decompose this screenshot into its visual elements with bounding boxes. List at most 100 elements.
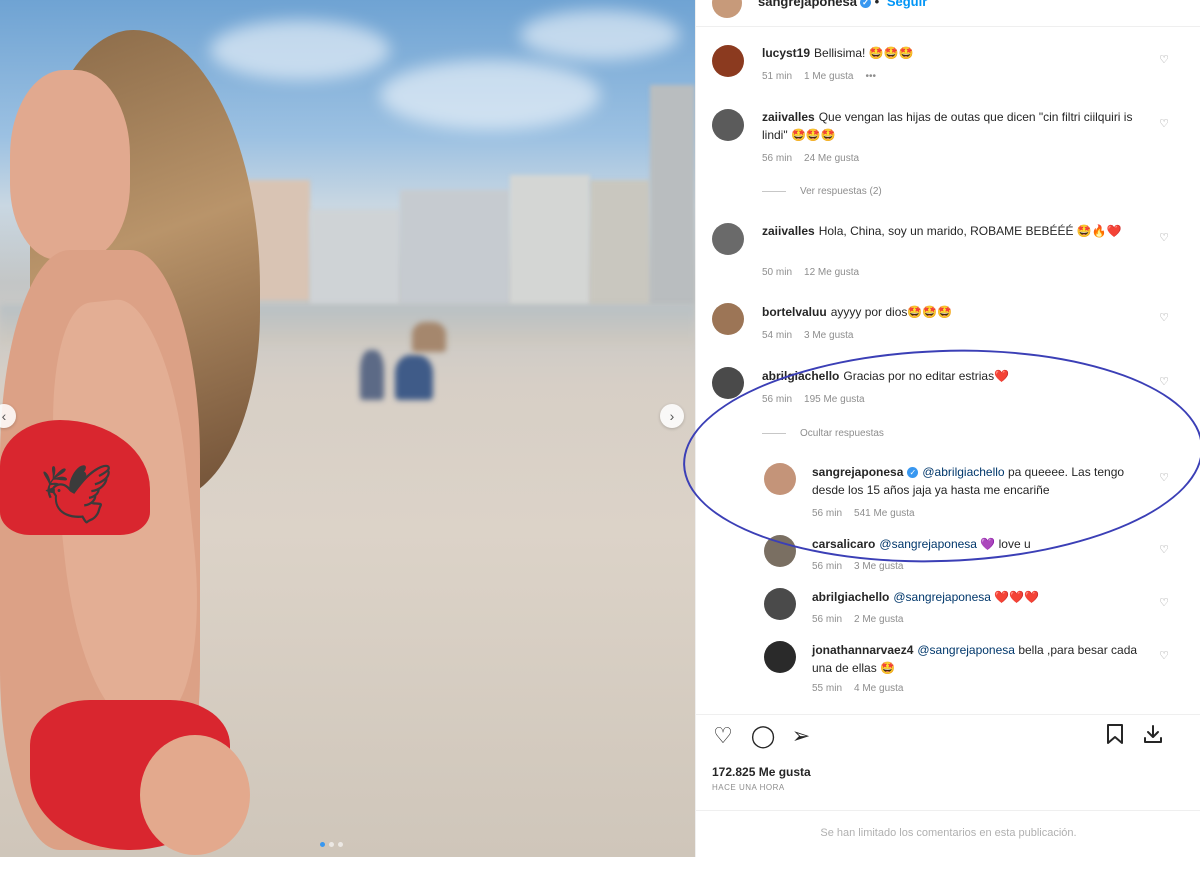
next-photo-button[interactable]: ›: [660, 404, 684, 428]
comments-limited-notice: Se han limitado los comentarios en esta …: [696, 810, 1200, 839]
hide-replies-button[interactable]: Ocultar respuestas: [762, 428, 884, 439]
reply-likes[interactable]: 3 Me gusta: [854, 561, 903, 572]
comment-text: lucyst19 Bellisima! 🤩🤩🤩: [762, 44, 1142, 62]
comment-meta: 54 min 3 Me gusta: [762, 330, 866, 341]
reply-meta: 55 min 4 Me gusta: [812, 683, 916, 694]
building: [650, 85, 695, 305]
comment-text: zaiivalles Que vengan las hijas de outas …: [762, 108, 1142, 144]
comment-time[interactable]: 56 min: [762, 153, 792, 164]
comment-likes[interactable]: 12 Me gusta: [804, 267, 859, 278]
reply-time[interactable]: 56 min: [812, 561, 842, 572]
heart-icon[interactable]: ♡: [1159, 53, 1169, 66]
heart-icon[interactable]: ♡: [1159, 471, 1169, 484]
comment-username[interactable]: lucyst19: [762, 46, 810, 60]
comment-text: zaiivalles Hola, China, soy un marido, RO…: [762, 222, 1142, 240]
heart-icon[interactable]: ♡: [1159, 311, 1169, 324]
mention-link[interactable]: @sangrejaponesa: [917, 643, 1015, 657]
comment-icon[interactable]: ◯: [750, 723, 776, 749]
reply-text: jonathannarvaez4 @sangrejaponesa bella ,p…: [812, 641, 1152, 677]
heart-icon[interactable]: ♡: [1159, 231, 1169, 244]
reply-likes[interactable]: 2 Me gusta: [854, 614, 903, 625]
reply-username[interactable]: abrilgiachello: [812, 590, 889, 604]
avatar[interactable]: [764, 463, 796, 495]
follow-button[interactable]: Seguir: [887, 0, 927, 9]
reply-meta: 56 min 541 Me gusta: [812, 508, 927, 519]
view-replies-label[interactable]: Ver respuestas (2): [800, 186, 882, 197]
heart-icon[interactable]: ♡: [1159, 649, 1169, 662]
avatar[interactable]: [712, 109, 744, 141]
paper-plane-icon[interactable]: ➢: [788, 723, 814, 749]
reply-text: carsalicaro @sangrejaponesa 💜 love u: [812, 535, 1152, 553]
comment-time[interactable]: 54 min: [762, 330, 792, 341]
view-replies-button[interactable]: Ver respuestas (2): [762, 186, 882, 197]
divider: [762, 432, 786, 434]
avatar[interactable]: [764, 641, 796, 673]
comment-text: bortelvaluu ayyyy por dios🤩🤩🤩: [762, 303, 1142, 321]
comment-likes[interactable]: 1 Me gusta: [804, 71, 853, 82]
comment-username[interactable]: bortelvaluu: [762, 305, 827, 319]
comment-time[interactable]: 56 min: [762, 394, 792, 405]
heart-icon[interactable]: ♡: [1159, 596, 1169, 609]
verified-badge-icon: ✓: [907, 467, 919, 479]
avatar[interactable]: [712, 0, 742, 18]
heart-icon[interactable]: ♡: [1159, 543, 1169, 556]
swallow-tattoo-icon: 🕊: [40, 462, 114, 527]
avatar[interactable]: [764, 588, 796, 620]
download-icon[interactable]: [1140, 723, 1166, 749]
hide-replies-label[interactable]: Ocultar respuestas: [800, 428, 884, 439]
comment-meta: 56 min 24 Me gusta: [762, 153, 871, 164]
avatar[interactable]: [712, 303, 744, 335]
comment-likes[interactable]: 24 Me gusta: [804, 153, 859, 164]
post-photo[interactable]: 🕊 ‹ ›: [0, 0, 695, 857]
heart-icon[interactable]: ♡: [1159, 375, 1169, 388]
reply-username[interactable]: jonathannarvaez4: [812, 643, 913, 657]
comment-more-icon[interactable]: •••: [866, 71, 877, 82]
comment-body: Que vengan las hijas de outas que dicen …: [762, 110, 1133, 142]
post-header: sangrejaponesa✓ • Seguir •••: [696, 0, 1200, 27]
reply-likes[interactable]: 4 Me gusta: [854, 683, 903, 694]
comment-meta: 56 min 195 Me gusta: [762, 394, 877, 405]
beach-person: [395, 355, 433, 400]
mention-link[interactable]: @sangrejaponesa: [893, 590, 991, 604]
reply-time[interactable]: 55 min: [812, 683, 842, 694]
mention-link[interactable]: @abrilgiachello: [922, 465, 1004, 479]
avatar[interactable]: [712, 45, 744, 77]
comment-username[interactable]: abrilgiachello: [762, 369, 839, 383]
reply-body: 💜 love u: [980, 537, 1031, 551]
comment-meta: 51 min 1 Me gusta •••: [762, 71, 888, 82]
avatar[interactable]: [712, 223, 744, 255]
heart-icon[interactable]: ♡: [1159, 117, 1169, 130]
comment-likes[interactable]: 3 Me gusta: [804, 330, 853, 341]
reply-body: ❤️❤️❤️: [994, 590, 1040, 604]
reply-meta: 56 min 3 Me gusta: [812, 561, 916, 572]
comment-username[interactable]: zaiivalles: [762, 224, 815, 238]
reply-username[interactable]: sangrejaponesa: [812, 465, 903, 479]
likes-count[interactable]: 172.825 Me gusta: [712, 765, 811, 779]
reply-time[interactable]: 56 min: [812, 508, 842, 519]
comment-body: Gracias por no editar estrias❤️: [843, 369, 1010, 383]
avatar[interactable]: [712, 367, 744, 399]
reply-username[interactable]: carsalicaro: [812, 537, 875, 551]
comment-username[interactable]: zaiivalles: [762, 110, 815, 124]
comment-body: Hola, China, soy un marido, ROBAME BEBÉÉ…: [818, 224, 1122, 238]
username-text[interactable]: sangrejaponesa: [758, 0, 857, 9]
more-options-icon[interactable]: •••: [1163, 0, 1183, 8]
post-time[interactable]: HACE UNA HORA: [712, 783, 785, 792]
avatar[interactable]: [764, 535, 796, 567]
mention-link[interactable]: @sangrejaponesa: [879, 537, 977, 551]
download-icon-svg: [1144, 725, 1162, 743]
comment-time[interactable]: 50 min: [762, 267, 792, 278]
comment-body: Bellisima! 🤩🤩🤩: [814, 46, 914, 60]
bookmark-icon[interactable]: [1102, 723, 1128, 749]
comment-likes[interactable]: 195 Me gusta: [804, 394, 865, 405]
building: [590, 180, 650, 305]
reply-text: sangrejaponesa ✓ @abrilgiachello pa queeee…: [812, 463, 1152, 499]
reply-likes[interactable]: 541 Me gusta: [854, 508, 915, 519]
post-username[interactable]: sangrejaponesa ✓ • Seguir: [758, 0, 927, 9]
heart-icon[interactable]: ♡: [710, 723, 736, 749]
reply-time[interactable]: 56 min: [812, 614, 842, 625]
beach-person: [360, 350, 384, 400]
carousel-dot: [338, 842, 343, 847]
comment-time[interactable]: 51 min: [762, 71, 792, 82]
beach-person: [412, 322, 446, 352]
